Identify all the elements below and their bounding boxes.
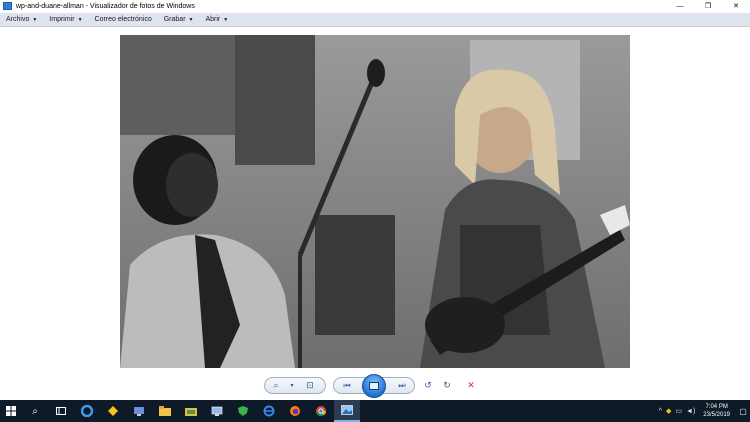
- window-title: wp-and-duane-allman - Visualizador de fo…: [16, 2, 195, 10]
- internet-explorer-icon: [263, 405, 275, 417]
- menu-correo[interactable]: Correo electrónico: [89, 16, 158, 23]
- zoom-group: ⌕ ▾ ⊡: [264, 377, 326, 394]
- firefox-icon: [290, 406, 300, 416]
- edge-icon: [81, 405, 93, 417]
- tray-app-icon[interactable]: ◆: [666, 407, 671, 415]
- rotate-counterclockwise-button[interactable]: ↺: [421, 377, 435, 394]
- monitor-app-icon: [211, 406, 223, 416]
- chevron-down-icon: ▼: [32, 16, 38, 23]
- start-button[interactable]: [0, 400, 22, 422]
- taskbar-photo-viewer[interactable]: [334, 400, 360, 422]
- search-button[interactable]: ⌕: [22, 400, 48, 422]
- menu-archivo[interactable]: Archivo ▼: [0, 16, 43, 23]
- taskbar-app-blue[interactable]: [126, 400, 152, 422]
- computer-app-icon: [134, 407, 144, 416]
- taskbar-folder-2[interactable]: [178, 400, 204, 422]
- rotate-cw-icon: ↻: [443, 380, 451, 390]
- taskbar-firefox[interactable]: [282, 400, 308, 422]
- system-tray: ^ ◆ ▭ ◄) 7:04 PM 23/5/2019 ▢: [657, 400, 750, 422]
- taskbar-app-yellow[interactable]: [100, 400, 126, 422]
- network-icon[interactable]: ▭: [675, 407, 682, 415]
- show-hidden-icons-button[interactable]: ^: [659, 408, 662, 415]
- zoom-dropdown-button[interactable]: ▾: [287, 377, 297, 394]
- zoom-button[interactable]: ⌕: [265, 377, 287, 394]
- menu-archivo-label: Archivo: [6, 16, 30, 23]
- task-view-button[interactable]: [48, 400, 74, 422]
- rotate-ccw-icon: ↺: [424, 380, 432, 390]
- chevron-down-icon: ▼: [77, 16, 83, 23]
- delete-button[interactable]: ✕: [464, 377, 478, 394]
- windows-taskbar: ⌕ ^ ◆ ▭ ◄) 7:04 PM 23/5/2019 ▢: [0, 400, 750, 422]
- title-bar: wp-and-duane-allman - Visualizador de fo…: [0, 0, 750, 12]
- rotate-clockwise-button[interactable]: ↻: [440, 377, 454, 394]
- close-button[interactable]: ✕: [722, 0, 750, 12]
- clock-time: 7:04 PM: [705, 404, 728, 410]
- menu-imprimir[interactable]: Imprimir ▼: [43, 16, 88, 23]
- taskbar-internet-explorer[interactable]: [256, 400, 282, 422]
- chrome-icon: [316, 406, 326, 417]
- menu-grabar-label: Grabar: [163, 16, 186, 23]
- search-icon: ⌕: [32, 405, 38, 417]
- menu-imprimir-label: Imprimir: [49, 16, 75, 23]
- slideshow-icon: [369, 382, 379, 390]
- chevron-down-icon: ▾: [290, 383, 294, 389]
- menu-abrir[interactable]: Abrir ▼: [199, 16, 234, 23]
- windows-logo-icon: [6, 406, 16, 416]
- delete-icon: ✕: [467, 380, 475, 390]
- slideshow-button[interactable]: [362, 374, 386, 398]
- taskbar-file-explorer[interactable]: [152, 400, 178, 422]
- photo-display-area: [0, 28, 750, 373]
- taskbar-app-green[interactable]: [230, 400, 256, 422]
- menu-grabar[interactable]: Grabar ▼: [158, 16, 200, 23]
- displayed-photo: [120, 35, 630, 368]
- chevron-down-icon: ▼: [188, 16, 194, 23]
- taskbar-clock[interactable]: 7:04 PM 23/5/2019: [703, 403, 730, 419]
- taskbar-app-monitor[interactable]: [204, 400, 230, 422]
- menu-abrir-label: Abrir: [205, 16, 221, 23]
- menu-bar: Archivo ▼ Imprimir ▼ Correo electrónico Gr…: [0, 13, 750, 27]
- taskbar-chrome[interactable]: [308, 400, 334, 422]
- task-view-icon: [56, 407, 66, 415]
- folder-icon: [185, 408, 197, 416]
- minimize-button[interactable]: —: [666, 0, 694, 12]
- taskbar-edge[interactable]: [74, 400, 100, 422]
- maximize-button[interactable]: ❐: [694, 0, 722, 12]
- photo-illustration: [120, 35, 630, 368]
- previous-icon: ⏮: [343, 380, 351, 390]
- action-center-icon[interactable]: ▢: [736, 400, 750, 422]
- folder-icon: [159, 406, 171, 416]
- previous-button[interactable]: ⏮: [334, 377, 360, 394]
- actual-size-button[interactable]: ⊡: [297, 377, 323, 394]
- volume-icon[interactable]: ◄): [686, 408, 695, 415]
- menu-correo-label: Correo electrónico: [94, 16, 152, 23]
- chevron-down-icon: ▼: [223, 16, 229, 23]
- photo-viewer-app-icon: [3, 2, 12, 10]
- shield-app-icon: [238, 406, 248, 416]
- diamond-app-icon: [108, 406, 118, 416]
- magnifier-icon: ⌕: [273, 380, 279, 390]
- viewer-control-bar: ⌕ ▾ ⊡ ⏮ ⏭ ↺ ↻ ✕: [0, 373, 750, 399]
- fit-to-window-icon: ⊡: [306, 380, 314, 390]
- clock-date: 23/5/2019: [703, 412, 730, 418]
- next-icon: ⏭: [398, 380, 406, 390]
- window-controls: — ❐ ✕: [666, 0, 750, 12]
- next-button[interactable]: ⏭: [390, 377, 414, 394]
- photo-viewer-icon: [341, 405, 353, 415]
